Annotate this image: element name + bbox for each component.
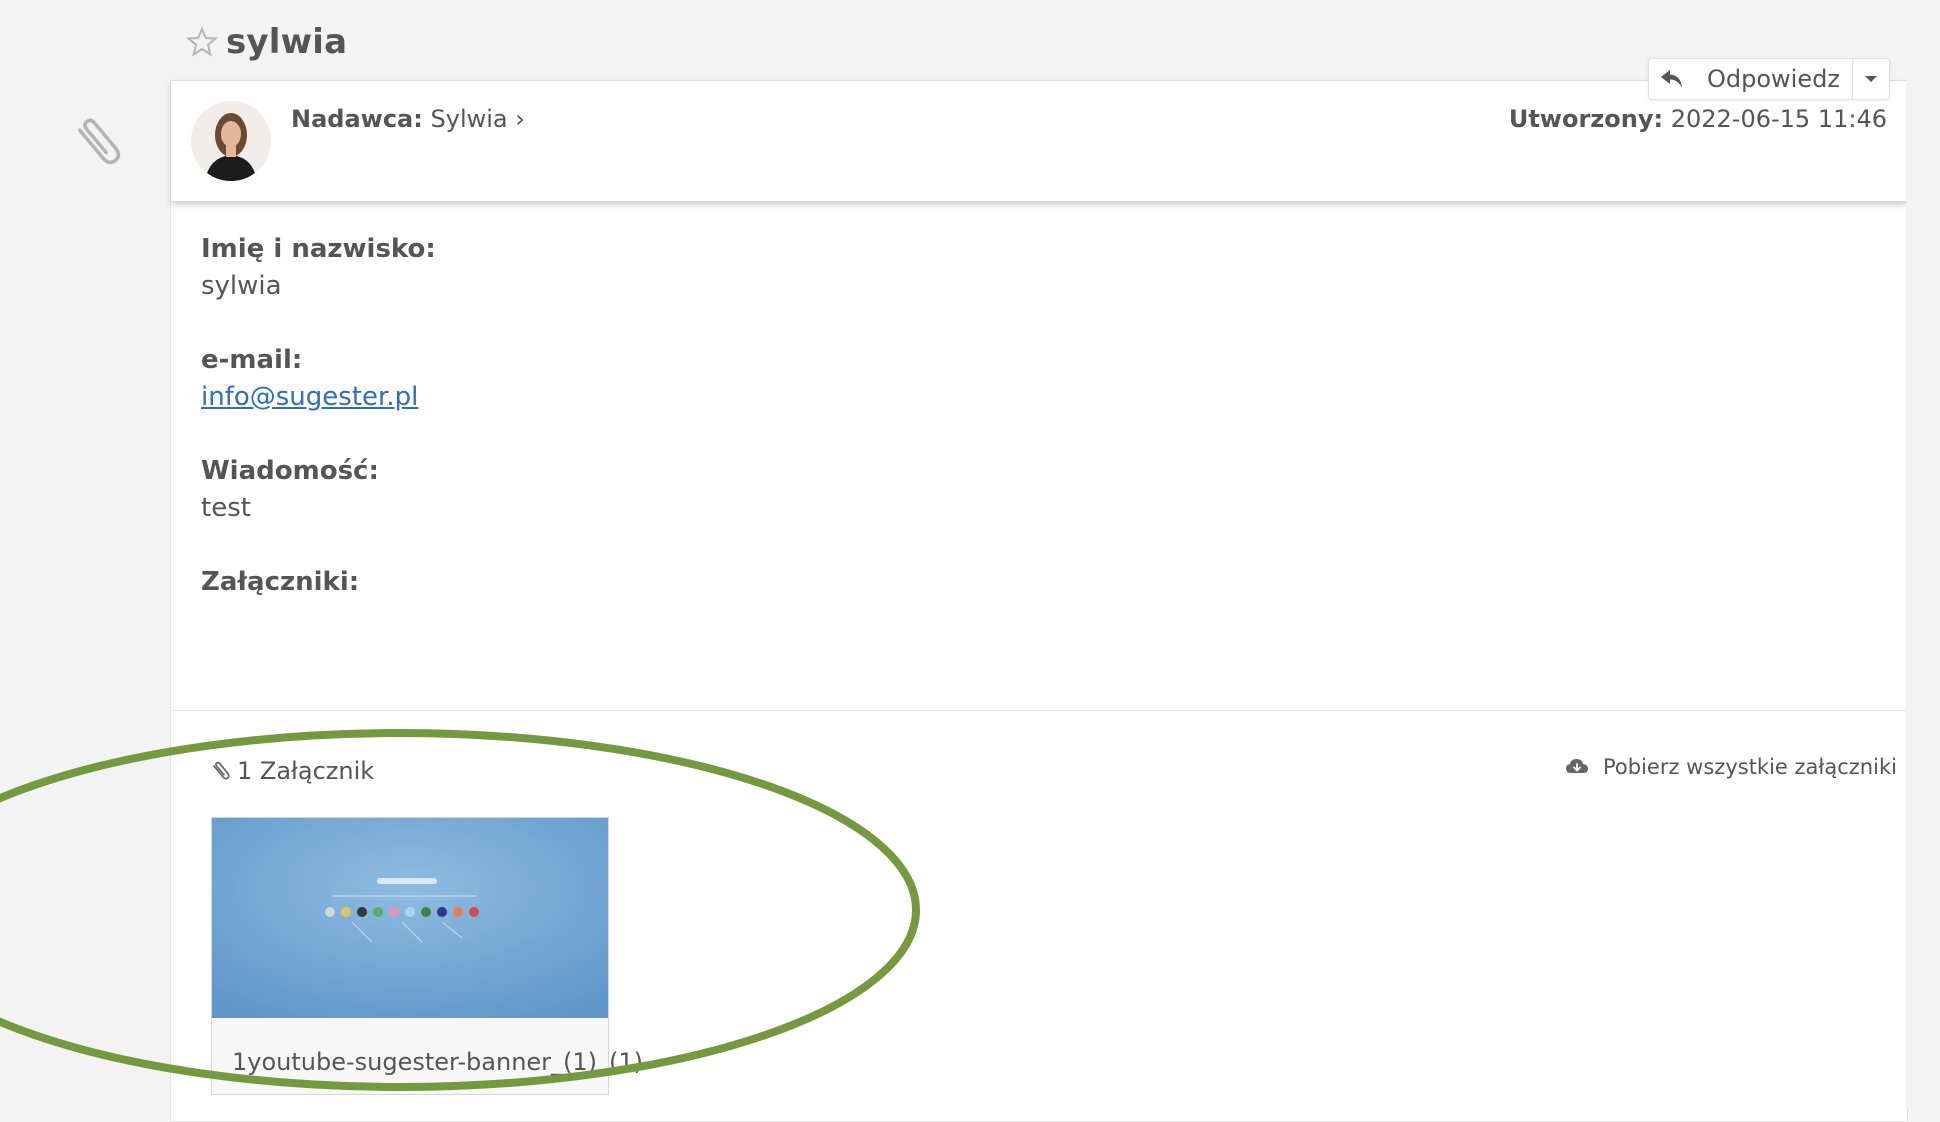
message-header: Nadawca: Sylwia › Utworzony: 2022-06-15 … (171, 81, 1907, 202)
right-edge-panel (1906, 0, 1940, 1108)
attachment-count-label: 1 Załącznik (237, 757, 375, 785)
field-label-name: Imię i nazwisko: (201, 234, 436, 264)
created-value: 2022-06-15 11:46 (1670, 105, 1887, 133)
paperclip-icon (77, 118, 121, 165)
paperclip-icon (213, 761, 230, 780)
left-strip (0, 0, 170, 1108)
reply-label: Odpowiedz (1707, 65, 1840, 93)
divider (171, 710, 1907, 711)
message-body: Imię i nazwisko: sylwia e-mail: info@sug… (201, 231, 436, 601)
attachment-item[interactable]: 1youtube-sugester-banner_(1)_(1) (211, 817, 643, 1095)
avatar[interactable] (191, 101, 271, 181)
download-all-button[interactable]: Pobierz wszystkie załączniki (1565, 755, 1897, 779)
field-label-message: Wiadomość: (201, 456, 379, 486)
download-all-label: Pobierz wszystkie załączniki (1603, 755, 1897, 779)
reply-button-group: Odpowiedz (1648, 58, 1890, 100)
attachment-thumbnail[interactable] (212, 818, 608, 1018)
star-icon[interactable] (186, 26, 218, 58)
field-value-name: sylwia (201, 271, 282, 301)
email-link[interactable]: info@sugester.pl (201, 382, 418, 412)
cloud-download-icon (1566, 759, 1588, 773)
sender[interactable]: Nadawca: Sylwia › (291, 105, 525, 133)
sender-label: Nadawca: (291, 105, 423, 133)
sender-name[interactable]: Sylwia (431, 105, 508, 133)
message-subject: sylwia (226, 22, 348, 62)
field-label-email: e-mail: (201, 345, 303, 375)
attachment-name[interactable]: 1youtube-sugester-banner_(1)_(1) (232, 1048, 643, 1076)
field-label-attachments: Załączniki: (201, 567, 360, 597)
reply-dropdown-toggle[interactable] (1851, 59, 1889, 99)
field-value-message: test (201, 493, 251, 523)
message-card: Nadawca: Sylwia › Utworzony: 2022-06-15 … (170, 80, 1908, 1122)
subject-bar: sylwia (186, 22, 347, 62)
chevron-right-icon: › (515, 105, 525, 133)
created-date: Utworzony: 2022-06-15 11:46 (1509, 105, 1887, 133)
chevron-down-icon (1864, 76, 1877, 82)
created-label: Utworzony: (1508, 105, 1664, 133)
avatar-image (191, 101, 271, 181)
reply-icon (1661, 70, 1682, 88)
reply-button[interactable]: Odpowiedz (1649, 59, 1852, 99)
attachment-count: 1 Załącznik (211, 757, 374, 785)
